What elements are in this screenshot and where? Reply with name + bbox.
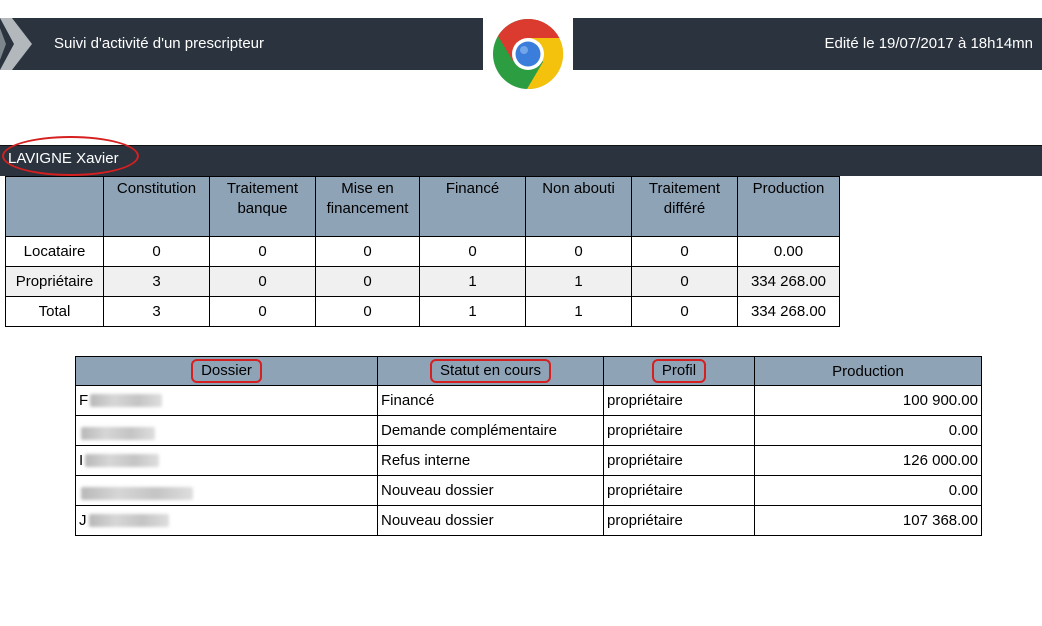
table-cell: 1 <box>525 266 632 297</box>
table-cell: 0 <box>315 236 420 267</box>
summary-col-header: Traitement banque <box>209 176 316 237</box>
dossier-name-cell: F <box>75 385 378 416</box>
table-cell: 0 <box>419 236 526 267</box>
page-title: Suivi d'activité d'un prescripteur <box>54 35 264 52</box>
statut-cell: Financé <box>377 385 604 416</box>
row-label: Locataire <box>5 236 104 267</box>
summary-col-header: Production <box>737 176 840 237</box>
header-highlight: Profil <box>651 359 707 383</box>
statut-cell: Nouveau dossier <box>377 475 604 506</box>
person-name-highlight <box>2 136 139 176</box>
summary-header-row: Constitution Traitement banque Mise en f… <box>5 176 840 237</box>
table-cell: 0.00 <box>737 236 840 267</box>
production-cell: 0.00 <box>754 475 982 506</box>
statut-cell: Nouveau dossier <box>377 505 604 536</box>
summary-col-header: Financé <box>419 176 526 237</box>
dossier-name-cell: J <box>75 505 378 536</box>
table-cell: 0 <box>209 266 316 297</box>
table-row: Propriétaire 3 0 0 1 1 0 334 268.00 <box>5 266 840 297</box>
summary-col-header: Constitution <box>103 176 210 237</box>
redacted-name <box>85 454 160 467</box>
edited-date: Edité le 19/07/2017 à 18h14mn <box>824 35 1034 52</box>
dossier-name-cell <box>75 475 378 506</box>
profil-cell: propriétaire <box>603 415 755 446</box>
profil-cell: propriétaire <box>603 475 755 506</box>
table-row: Locataire 0 0 0 0 0 0 0.00 <box>5 236 840 267</box>
col-header-production: Production <box>754 356 982 386</box>
table-cell: 334 268.00 <box>737 266 840 297</box>
col-header-statut: Statut en cours <box>377 356 604 386</box>
header-bar-right: Edité le 19/07/2017 à 18h14mn <box>573 18 1042 70</box>
table-cell: 0 <box>209 296 316 327</box>
redacted-name <box>90 394 163 407</box>
table-cell: 334 268.00 <box>737 296 840 327</box>
table-cell: 0 <box>525 236 632 267</box>
summary-col-header: Mise en financement <box>315 176 420 237</box>
chrome-logo-icon <box>493 18 564 90</box>
table-cell: 0 <box>631 266 738 297</box>
table-row: Nouveau dossier propriétaire 0.00 <box>75 475 982 506</box>
table-cell: 1 <box>525 296 632 327</box>
table-cell: 0 <box>315 296 420 327</box>
table-cell: 1 <box>419 296 526 327</box>
chevron-right-icon <box>0 18 32 70</box>
production-cell: 0.00 <box>754 415 982 446</box>
production-cell: 107 368.00 <box>754 505 982 536</box>
dossier-table: Dossier Statut en cours Profil Productio… <box>75 356 982 536</box>
dossier-name-cell <box>75 415 378 446</box>
production-cell: 100 900.00 <box>754 385 982 416</box>
table-cell: 0 <box>631 296 738 327</box>
statut-cell: Refus interne <box>377 445 604 476</box>
table-row: I Refus interne propriétaire 126 000.00 <box>75 445 982 476</box>
redacted-name <box>81 487 193 501</box>
row-label: Total <box>5 296 104 327</box>
header-highlight: Dossier <box>191 359 262 383</box>
col-header-profil: Profil <box>603 356 755 386</box>
person-bar: LAVIGNE Xavier <box>0 145 1042 176</box>
statut-cell: Demande complémentaire <box>377 415 604 446</box>
dossier-initial: J <box>79 512 87 529</box>
profil-cell: propriétaire <box>603 445 755 476</box>
table-cell: 3 <box>103 296 210 327</box>
table-cell: 0 <box>631 236 738 267</box>
table-row: F Financé propriétaire 100 900.00 <box>75 385 982 416</box>
table-cell: 0 <box>209 236 316 267</box>
profil-cell: propriétaire <box>603 385 755 416</box>
col-header-dossier: Dossier <box>75 356 378 386</box>
summary-corner-cell <box>5 176 104 237</box>
summary-col-header: Non abouti <box>525 176 632 237</box>
dossier-initial: I <box>79 452 84 469</box>
table-cell: 3 <box>103 266 210 297</box>
row-label: Propriétaire <box>5 266 104 297</box>
table-row: J Nouveau dossier propriétaire 107 368.0… <box>75 505 982 536</box>
table-row: Total 3 0 0 1 1 0 334 268.00 <box>5 296 840 327</box>
table-cell: 0 <box>103 236 210 267</box>
dossier-initial: F <box>79 392 89 409</box>
profil-cell: propriétaire <box>603 505 755 536</box>
table-cell: 0 <box>315 266 420 297</box>
header-highlight: Statut en cours <box>430 359 551 383</box>
production-cell: 126 000.00 <box>754 445 982 476</box>
table-row: Demande complémentaire propriétaire 0.00 <box>75 415 982 446</box>
header-bar-left: Suivi d'activité d'un prescripteur <box>0 18 483 70</box>
dossier-header-row: Dossier Statut en cours Profil Productio… <box>75 356 982 386</box>
redacted-name <box>88 514 169 527</box>
table-cell: 1 <box>419 266 526 297</box>
summary-table: Constitution Traitement banque Mise en f… <box>5 176 840 327</box>
redacted-name <box>81 427 155 441</box>
dossier-name-cell: I <box>75 445 378 476</box>
summary-col-header: Traitement différé <box>631 176 738 237</box>
